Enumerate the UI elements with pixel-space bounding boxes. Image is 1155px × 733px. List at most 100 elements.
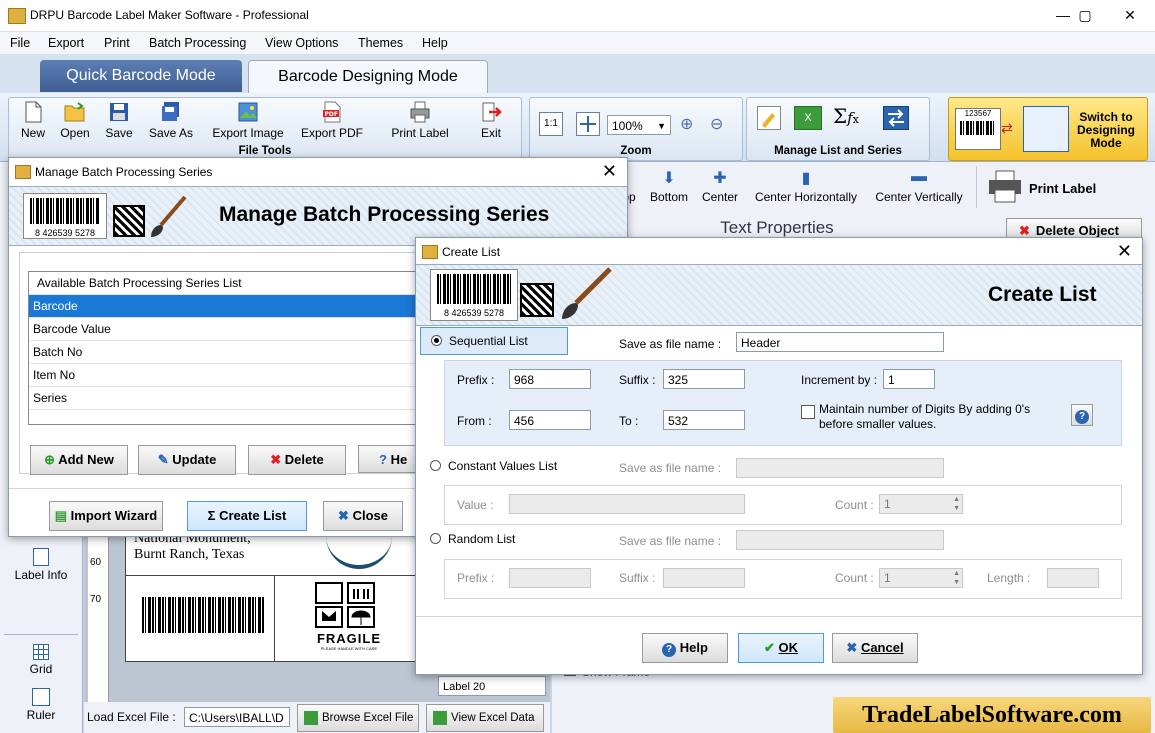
ok-button[interactable]: ✔ OK <box>738 633 824 663</box>
menu-help[interactable]: Help <box>422 36 448 50</box>
grid-button[interactable]: Grid <box>0 642 82 682</box>
add-new-label: Add New <box>58 452 114 467</box>
menu-view-options[interactable]: View Options <box>265 36 338 50</box>
constant-save-input[interactable] <box>736 458 944 478</box>
switch-arrows-icon: ⇄ <box>1001 120 1013 136</box>
excel-path-input[interactable]: C:\Users\IBALL\D <box>184 707 290 727</box>
align-bottom-button[interactable]: ⬇ Bottom <box>648 168 690 204</box>
constant-list-radio[interactable] <box>430 460 441 471</box>
export-pdf-button[interactable]: PDF Export PDF <box>298 101 366 140</box>
sequential-radio-dot <box>431 335 442 346</box>
sequential-list-radio[interactable]: Sequential List <box>420 327 568 355</box>
excel-icon[interactable]: X <box>794 106 822 130</box>
save-button[interactable]: Save <box>100 101 138 140</box>
ruler-button[interactable]: Ruler <box>0 686 82 726</box>
export-image-button[interactable]: Export Image <box>206 101 290 140</box>
zoom-out-icon[interactable]: ⊖ <box>710 114 723 134</box>
batch-list-item-series[interactable]: Series <box>29 387 423 410</box>
batch-list-item-item-no[interactable]: Item No <box>29 364 423 387</box>
sequential-save-input[interactable]: Header <box>736 332 944 352</box>
switch-to-designing-mode-button[interactable]: 123567 ⇄ Switch to Designing Mode <box>948 97 1148 161</box>
new-button[interactable]: New <box>14 101 52 140</box>
random-suffix-input[interactable] <box>663 568 745 588</box>
prefix-input[interactable]: 968 <box>509 369 591 389</box>
open-button[interactable]: Open <box>56 101 94 140</box>
menu-batch-processing[interactable]: Batch Processing <box>149 36 246 50</box>
create-help-button[interactable]: ? Help <box>642 633 728 663</box>
label-text-line2[interactable]: Burnt Ranch, Texas <box>134 547 244 563</box>
delete-button[interactable]: ✖ Delete <box>248 445 346 475</box>
create-list-button[interactable]: Σ Create List <box>187 501 307 531</box>
fragile-symbols-icon[interactable] <box>314 581 378 631</box>
label-list-item[interactable]: Label 20 <box>438 676 546 696</box>
print-label-toolbar-button[interactable]: Print Label <box>386 101 454 140</box>
new-label: New <box>20 126 45 140</box>
random-length-input[interactable] <box>1047 568 1099 588</box>
menu-themes[interactable]: Themes <box>358 36 403 50</box>
random-count-value: 1 <box>884 571 891 585</box>
maintain-digits-checkbox[interactable] <box>801 405 815 419</box>
tab-quick-barcode-mode[interactable]: Quick Barcode Mode <box>40 60 242 92</box>
random-save-input[interactable] <box>736 530 944 550</box>
constant-count-value: 1 <box>884 497 891 511</box>
batch-banner-title: Manage Batch Processing Series <box>219 203 550 226</box>
batch-series-list[interactable]: Available Batch Processing Series List B… <box>28 271 424 425</box>
sequential-panel: Prefix : 968 Suffix : 325 Increment by :… <box>444 360 1122 446</box>
batch-dialog-close-icon[interactable]: ✕ <box>602 161 617 182</box>
menu-print[interactable]: Print <box>104 36 130 50</box>
from-input[interactable]: 456 <box>509 410 591 430</box>
menu-file[interactable]: File <box>10 36 30 50</box>
label-info-button[interactable]: Label Info <box>0 542 82 586</box>
label-barcode[interactable] <box>142 597 264 633</box>
import-wizard-button[interactable]: ▤ Import Wizard <box>49 501 163 531</box>
open-label: Open <box>60 126 90 140</box>
fit-to-window-icon[interactable] <box>576 112 600 136</box>
random-list-radio[interactable] <box>430 533 441 544</box>
import-wizard-label: Import Wizard <box>70 508 158 523</box>
batch-close-button[interactable]: ✖ Close <box>323 501 403 531</box>
fragile-text[interactable]: FRAGILE <box>314 631 384 646</box>
actual-size-icon[interactable]: 1:1 <box>539 112 563 136</box>
swap-series-icon[interactable] <box>883 106 909 130</box>
center-vertically-button[interactable]: ▬ Center Vertically <box>870 168 968 204</box>
edit-list-icon[interactable] <box>757 106 781 130</box>
exit-label: Exit <box>480 126 501 140</box>
constant-value-input[interactable] <box>509 494 745 514</box>
app-icon <box>8 8 26 24</box>
to-input[interactable]: 532 <box>663 410 745 430</box>
random-prefix-input[interactable] <box>509 568 591 588</box>
center-horizontal-icon: ▮ <box>801 170 811 187</box>
constant-count-spinner[interactable]: 1 ▲ ▼ <box>879 494 963 514</box>
zoom-in-icon[interactable]: ⊕ <box>680 114 693 134</box>
suffix-input[interactable]: 325 <box>663 369 745 389</box>
load-excel-label: Load Excel File : <box>87 710 176 724</box>
view-excel-data-button[interactable]: View Excel Data <box>426 704 544 732</box>
tab-barcode-designing-mode[interactable]: Barcode Designing Mode <box>248 60 488 94</box>
save-as-button[interactable]: Save As <box>144 101 198 140</box>
update-button[interactable]: ✎ Update <box>138 445 236 475</box>
maximize-button[interactable]: ▢ <box>1062 0 1108 31</box>
align-center-label: Center <box>701 190 739 204</box>
ruler-mark-60: 60 <box>90 557 102 568</box>
fragile-subtext[interactable]: PLEASE HANDLE WITH CARE <box>314 646 384 651</box>
add-new-button[interactable]: ⊕ Add New <box>30 445 128 475</box>
exit-button[interactable]: Exit <box>472 101 510 140</box>
folder-icon <box>64 102 85 122</box>
sigma-fx-icon[interactable]: Σfx <box>833 104 859 128</box>
batch-list-item-barcode-value[interactable]: Barcode Value <box>29 318 423 341</box>
menu-export[interactable]: Export <box>48 36 84 50</box>
zoom-select[interactable]: 100% ▼ <box>607 115 671 135</box>
cancel-button[interactable]: ✖ Cancel <box>832 633 918 663</box>
random-count-spinner[interactable]: 1 ▲ ▼ <box>879 568 963 588</box>
batch-list-item-batch-no[interactable]: Batch No <box>29 341 423 364</box>
maintain-help-button[interactable]: ? <box>1071 404 1093 426</box>
batch-list-item-barcode[interactable]: Barcode <box>29 295 423 318</box>
increment-input[interactable]: 1 <box>883 369 935 389</box>
create-dialog-close-icon[interactable]: ✕ <box>1117 241 1132 262</box>
print-label-button[interactable]: Print Label <box>976 166 1111 208</box>
center-horizontally-button[interactable]: ▮ Center Horizontally <box>750 168 862 204</box>
align-center-button[interactable]: ✚ Center <box>698 168 742 204</box>
browse-excel-button[interactable]: Browse Excel File <box>297 704 419 732</box>
close-window-button[interactable]: ✕ <box>1107 0 1153 31</box>
random-panel: Prefix : Suffix : Count : 1 ▲ ▼ Length : <box>444 559 1122 599</box>
